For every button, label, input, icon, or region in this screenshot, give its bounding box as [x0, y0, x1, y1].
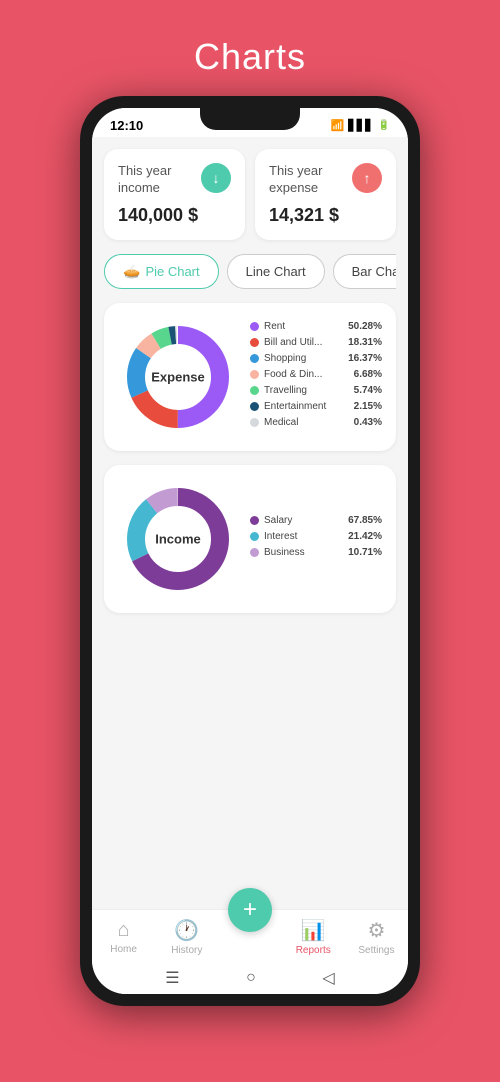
expense-chart-card: Expense Rent 50.28% Bill and Util... 18.… — [104, 303, 396, 451]
nav-home-label: Home — [110, 944, 137, 955]
home-icon: ⌂ — [118, 919, 130, 942]
home-android-icon: ○ — [246, 969, 256, 987]
legend-item: Food & Din... 6.68% — [250, 369, 382, 380]
expense-legend: Rent 50.28% Bill and Util... 18.31% Shop… — [250, 321, 382, 433]
legend-text: Salary — [264, 515, 343, 526]
summary-row: This year income ↓ 140,000 $ This year e… — [104, 149, 396, 240]
legend-text: Medical — [264, 417, 349, 428]
status-time: 12:10 — [110, 118, 143, 133]
legend-dot — [250, 402, 259, 411]
income-donut: Income — [118, 479, 238, 599]
phone-screen: 12:10 📶 ▋▋▋ 🔋 This year income ↓ 140,000… — [92, 108, 408, 994]
chart-tabs: 🥧 Pie Chart Line Chart Bar Chart — [104, 254, 396, 289]
income-label: This year income — [118, 163, 201, 197]
income-donut-label: Income — [155, 531, 201, 546]
legend-text: Shopping — [264, 353, 343, 364]
expense-card: This year expense ↑ 14,321 $ — [255, 149, 396, 240]
legend-dot — [250, 370, 259, 379]
tab-line-label: Line Chart — [246, 264, 306, 279]
legend-item: Business 10.71% — [250, 547, 382, 558]
settings-icon: ⚙ — [367, 918, 385, 943]
status-bar: 12:10 📶 ▋▋▋ 🔋 — [92, 108, 408, 137]
legend-text: Travelling — [264, 385, 349, 396]
expense-label: This year expense — [269, 163, 352, 197]
phone-shell: 12:10 📶 ▋▋▋ 🔋 This year income ↓ 140,000… — [80, 96, 420, 1006]
income-chart-card: Income Salary 67.85% Interest 21.42% — [104, 465, 396, 613]
expense-icon: ↑ — [352, 163, 382, 193]
legend-pct: 16.37% — [348, 353, 382, 364]
notch — [200, 108, 300, 130]
legend-text: Bill and Util... — [264, 337, 343, 348]
legend-text: Food & Din... — [264, 369, 349, 380]
legend-pct: 10.71% — [348, 547, 382, 558]
legend-dot — [250, 532, 259, 541]
legend-pct: 6.68% — [354, 369, 382, 380]
history-icon: 🕐 — [174, 918, 199, 943]
legend-text: Entertainment — [264, 401, 349, 412]
page-title: Charts — [194, 36, 306, 78]
income-amount: 140,000 $ — [118, 205, 231, 226]
tab-bar-label: Bar Chart — [352, 264, 396, 279]
expense-amount: 14,321 $ — [269, 205, 382, 226]
legend-item: Salary 67.85% — [250, 515, 382, 526]
legend-item: Rent 50.28% — [250, 321, 382, 332]
tab-pie-label: Pie Chart — [145, 264, 199, 279]
tab-bar-chart[interactable]: Bar Chart — [333, 254, 396, 289]
legend-pct: 50.28% — [348, 321, 382, 332]
legend-pct: 21.42% — [348, 531, 382, 542]
legend-pct: 67.85% — [348, 515, 382, 526]
expense-donut: Expense — [118, 317, 238, 437]
legend-text: Rent — [264, 321, 343, 332]
nav-home[interactable]: ⌂ Home — [92, 919, 155, 955]
tab-line-chart[interactable]: Line Chart — [227, 254, 325, 289]
legend-text: Business — [264, 547, 343, 558]
battery-icon: 🔋 — [378, 120, 390, 131]
signal-icon: ▋▋▋ — [348, 119, 373, 132]
legend-pct: 0.43% — [354, 417, 382, 428]
legend-dot — [250, 516, 259, 525]
legend-dot — [250, 322, 259, 331]
wifi-icon: 📶 — [330, 119, 344, 132]
income-legend: Salary 67.85% Interest 21.42% Business 1… — [250, 515, 382, 563]
legend-item: Interest 21.42% — [250, 531, 382, 542]
legend-text: Interest — [264, 531, 343, 542]
pie-chart-icon: 🥧 — [123, 263, 140, 280]
legend-pct: 18.31% — [348, 337, 382, 348]
nav-history[interactable]: 🕐 History — [155, 918, 218, 956]
nav-history-label: History — [171, 945, 202, 956]
fab-button[interactable]: + — [228, 888, 272, 932]
back-android-icon: ◁ — [322, 968, 334, 988]
legend-dot — [250, 354, 259, 363]
legend-item: Medical 0.43% — [250, 417, 382, 428]
android-nav-bar: ☰ ○ ◁ — [92, 962, 408, 994]
legend-item: Shopping 16.37% — [250, 353, 382, 364]
nav-reports-label: Reports — [296, 945, 331, 956]
legend-pct: 5.74% — [354, 385, 382, 396]
nav-settings[interactable]: ⚙ Settings — [345, 918, 408, 956]
legend-pct: 2.15% — [354, 401, 382, 412]
legend-item: Bill and Util... 18.31% — [250, 337, 382, 348]
income-icon: ↓ — [201, 163, 231, 193]
legend-dot — [250, 548, 259, 557]
nav-settings-label: Settings — [358, 945, 394, 956]
menu-icon: ☰ — [165, 968, 179, 988]
legend-item: Entertainment 2.15% — [250, 401, 382, 412]
reports-icon: 📊 — [301, 918, 326, 943]
legend-item: Travelling 5.74% — [250, 385, 382, 396]
scroll-content: This year income ↓ 140,000 $ This year e… — [92, 137, 408, 909]
bottom-nav: + ⌂ Home 🕐 History 📊 Reports ⚙ Settings — [92, 909, 408, 962]
legend-dot — [250, 386, 259, 395]
legend-dot — [250, 418, 259, 427]
tab-pie-chart[interactable]: 🥧 Pie Chart — [104, 254, 219, 289]
nav-reports[interactable]: 📊 Reports — [282, 918, 345, 956]
legend-dot — [250, 338, 259, 347]
expense-donut-label: Expense — [151, 369, 204, 384]
status-icons: 📶 ▋▋▋ 🔋 — [330, 119, 390, 132]
income-card: This year income ↓ 140,000 $ — [104, 149, 245, 240]
